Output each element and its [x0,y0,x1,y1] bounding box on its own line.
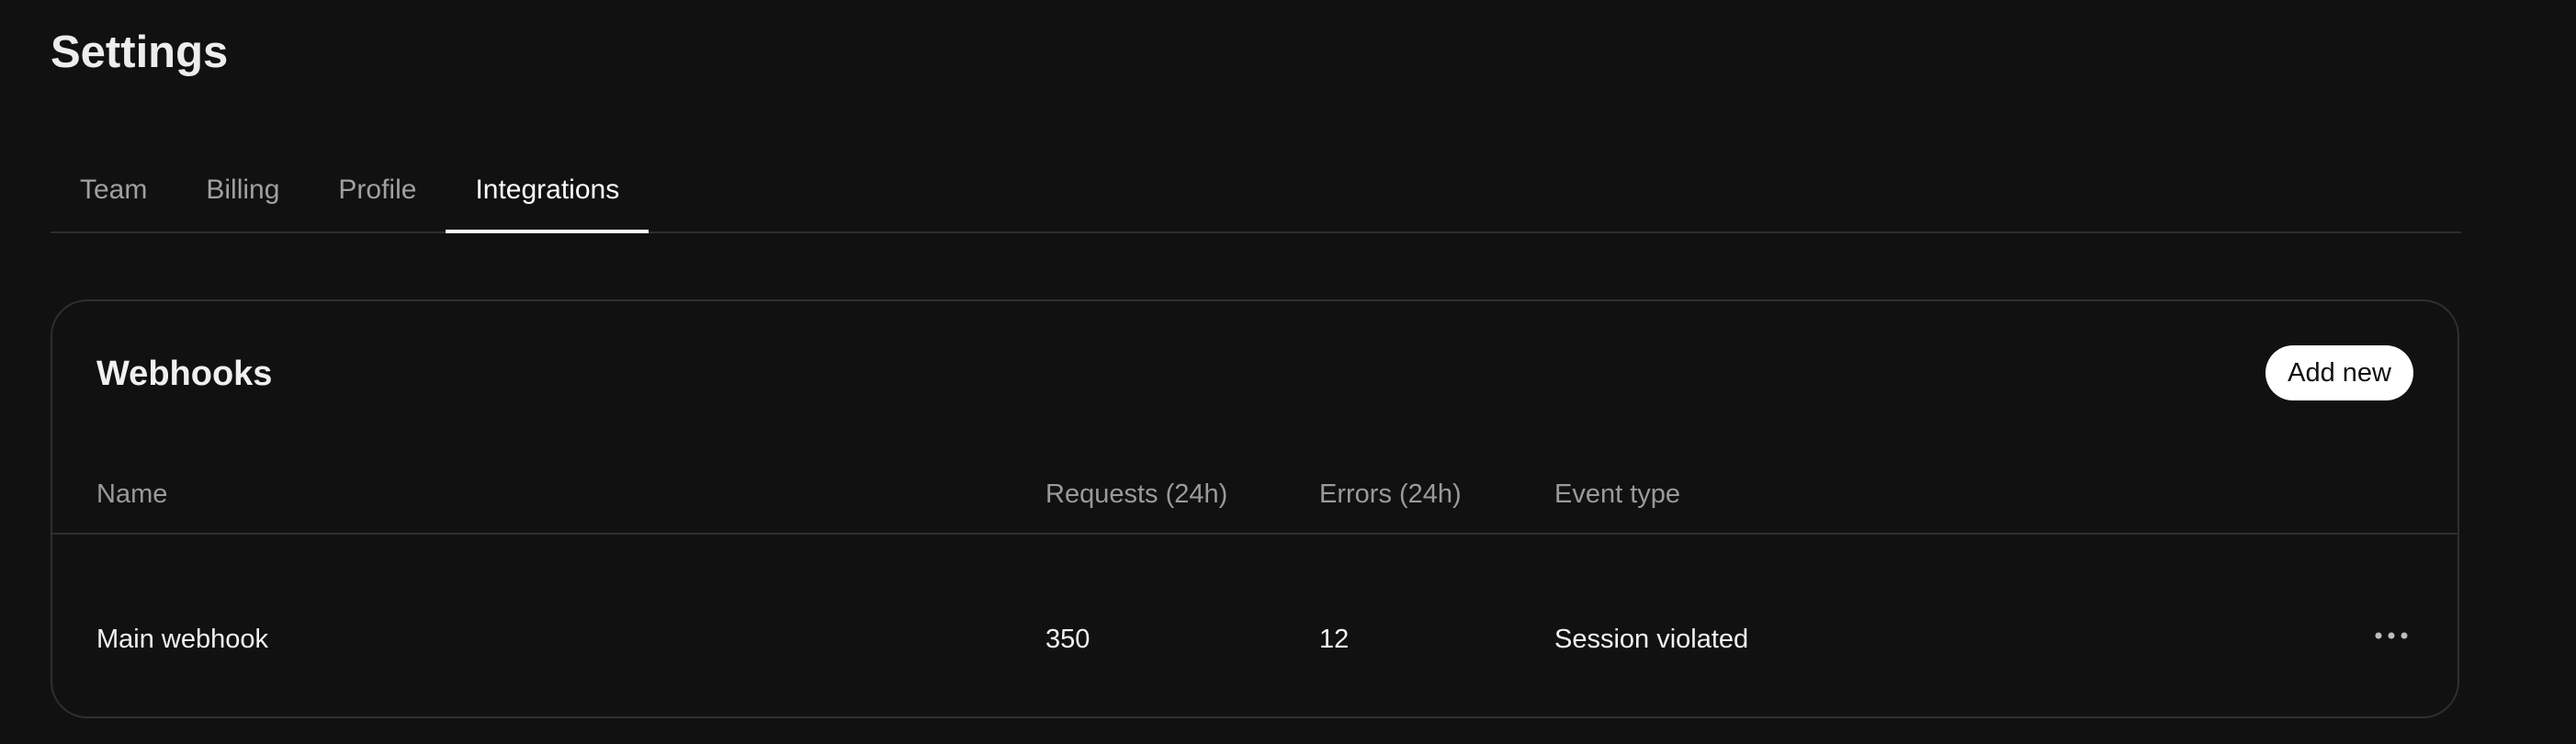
tab-profile[interactable]: Profile [309,156,446,231]
webhooks-title: Webhooks [96,355,273,393]
more-horizontal-icon[interactable] [2369,615,2413,656]
column-header-errors: Errors (24h) [1319,479,1462,509]
tab-team[interactable]: Team [51,156,176,231]
column-header-requests: Requests (24h) [1045,479,1228,509]
table-header: Name Requests (24h) Errors (24h) Event t… [52,465,2457,535]
tab-billing[interactable]: Billing [176,156,309,231]
table-row[interactable]: Main webhook 350 12 Session violated [52,614,2457,669]
more-dots-graphic [2375,632,2408,639]
webhook-event-type: Session violated [1554,625,1749,654]
webhook-errors: 12 [1319,625,1350,654]
webhook-requests: 350 [1045,625,1090,654]
column-header-event-type: Event type [1554,479,1681,509]
add-new-button[interactable]: Add new [2265,345,2413,400]
settings-tabs: Team Billing Profile Integrations [51,156,2461,233]
page-title: Settings [51,28,229,77]
column-header-name: Name [96,479,168,509]
webhook-name: Main webhook [96,625,268,654]
settings-page: Settings Team Billing Profile Integratio… [0,0,2576,744]
webhooks-card: Webhooks Add new Name Requests (24h) Err… [51,299,2459,718]
tab-integrations[interactable]: Integrations [446,156,650,233]
